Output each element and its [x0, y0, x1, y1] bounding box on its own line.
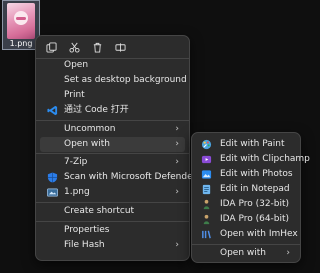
ida-pro-icon [203, 214, 210, 225]
menu-item-properties[interactable]: Properties [40, 223, 185, 238]
submenu-item-open-with-imhex[interactable]: Open with ImHex [196, 227, 298, 242]
submenu-item-edit-with-paint[interactable]: Edit with Paint [196, 137, 296, 152]
file-name-label: 1.png [9, 39, 33, 48]
copy-icon [46, 41, 57, 53]
open-with-submenu: Edit with Paint Edit with Clipchamp Edit… [191, 132, 310, 263]
chevron-right-icon: › [175, 240, 179, 250]
menu-item-label: 7-Zip [64, 157, 88, 167]
context-menu: Open Set as desktop background Print 通过 … [35, 35, 204, 261]
quick-actions-bar [42, 39, 130, 55]
copy-button[interactable] [42, 39, 61, 55]
menu-item-label: File Hash [64, 240, 105, 250]
rename-button[interactable] [111, 39, 130, 55]
submenu-item-label: Edit with Photos [220, 169, 293, 179]
chevron-right-icon: › [175, 187, 179, 197]
delete-icon [93, 42, 102, 53]
submenu-item-label: Open with ImHex [220, 229, 298, 239]
submenu-item-open-with[interactable]: Open with › [196, 246, 296, 261]
paint-icon [201, 139, 212, 150]
menu-separator [192, 244, 300, 245]
submenu-item-label: Edit with Clipchamp [220, 154, 310, 164]
menu-separator [36, 221, 189, 222]
chevron-right-icon: › [175, 157, 179, 167]
cut-button[interactable] [65, 39, 84, 55]
clipchamp-icon [201, 155, 212, 164]
delete-button[interactable] [88, 39, 107, 55]
image-thumbnail [7, 3, 35, 39]
submenu-item-label: Edit in Notepad [220, 184, 290, 194]
rename-icon [115, 42, 126, 52]
submenu-item-label: Edit with Paint [220, 139, 285, 149]
chevron-right-icon: › [175, 139, 179, 149]
submenu-item-ida-pro-64[interactable]: IDA Pro (64-bit) [196, 212, 296, 227]
photos-icon [201, 170, 212, 179]
menu-item-file-png[interactable]: 1.png › [40, 185, 185, 200]
menu-item-label: 1.png [64, 187, 90, 197]
menu-item-label: Uncommon [64, 124, 116, 134]
chevron-right-icon: › [175, 124, 179, 134]
submenu-item-label: Open with [220, 248, 266, 258]
menu-item-file-hash[interactable]: File Hash › [40, 238, 185, 253]
chevron-right-icon: › [286, 248, 290, 258]
ida-pro-icon [203, 199, 210, 210]
menu-separator [36, 153, 189, 154]
submenu-item-ida-pro-32[interactable]: IDA Pro (32-bit) [196, 197, 296, 212]
vscode-icon [47, 105, 58, 116]
menu-item-label: Scan with Microsoft Defender... [64, 172, 205, 182]
menu-item-print[interactable]: Print [40, 88, 185, 103]
imhex-icon [202, 230, 211, 239]
menu-item-scan-defender[interactable]: Scan with Microsoft Defender... [40, 170, 204, 185]
menu-item-label: Open with [64, 139, 110, 149]
submenu-item-edit-in-notepad[interactable]: Edit in Notepad [196, 182, 296, 197]
menu-item-open-with-code[interactable]: 通过 Code 打开 [40, 103, 185, 118]
menu-item-label: 通过 Code 打开 [64, 105, 129, 115]
defender-shield-icon [47, 172, 58, 183]
submenu-item-edit-with-photos[interactable]: Edit with Photos [196, 167, 296, 182]
menu-item-7zip[interactable]: 7-Zip › [40, 155, 185, 170]
image-file-icon [47, 188, 58, 197]
cut-icon [69, 42, 80, 53]
menu-item-open[interactable]: Open [40, 58, 185, 73]
menu-separator [36, 202, 189, 203]
menu-item-uncommon[interactable]: Uncommon › [40, 122, 185, 137]
notepad-icon [202, 184, 211, 195]
menu-separator [36, 120, 189, 121]
submenu-item-label: IDA Pro (64-bit) [220, 214, 290, 224]
menu-item-open-with[interactable]: Open with › [40, 137, 185, 152]
menu-item-set-desktop-background[interactable]: Set as desktop background [40, 73, 187, 88]
submenu-item-label: IDA Pro (32-bit) [220, 199, 290, 209]
submenu-item-edit-with-clipchamp[interactable]: Edit with Clipchamp [196, 152, 310, 167]
menu-item-create-shortcut[interactable]: Create shortcut [40, 204, 185, 219]
